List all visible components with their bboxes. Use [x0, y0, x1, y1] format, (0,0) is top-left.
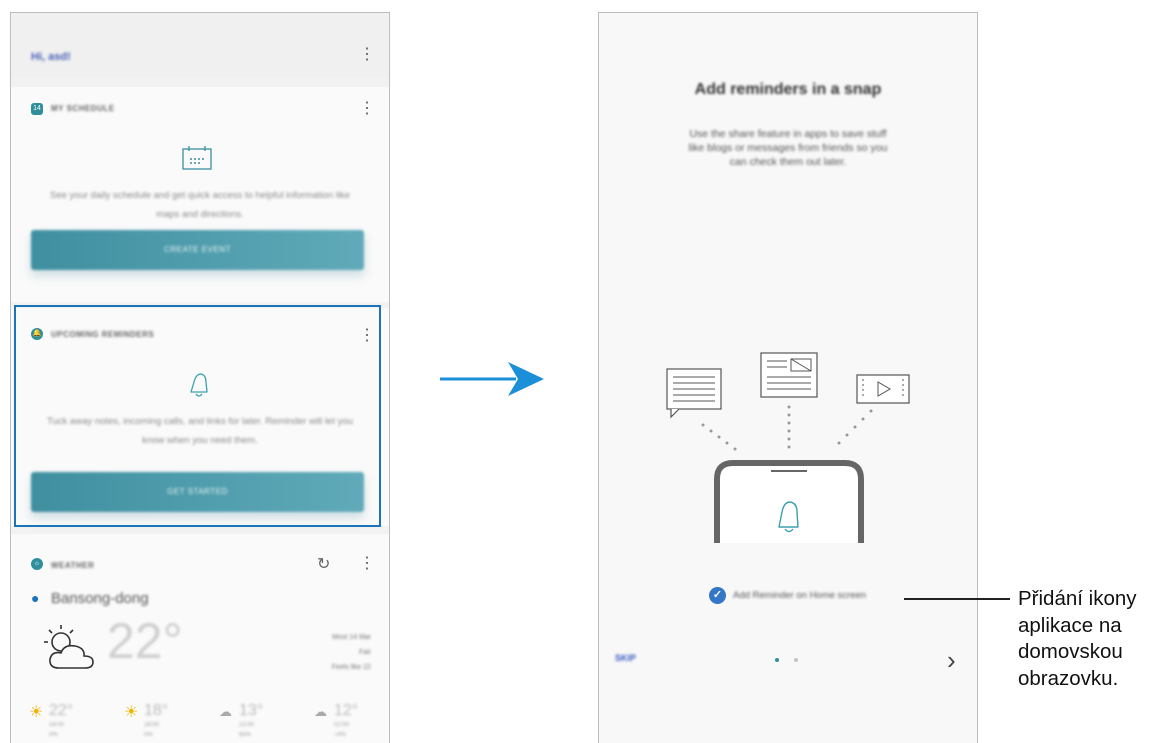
current-temperature: 22°: [107, 613, 183, 669]
greeting-text: Hi, asd!: [31, 51, 71, 63]
card-weather: ☼ WEATHER ↻ ⋮ ● Bansong-dong 22° Most 14…: [11, 534, 389, 743]
card-title: WEATHER: [51, 561, 95, 570]
callout-text: Přidání ikony aplikace na domovskou obra…: [1018, 586, 1168, 692]
card-title: MY SCHEDULE: [51, 104, 115, 113]
skip-button-label[interactable]: SKIP: [615, 653, 636, 663]
rain-cloud-icon: ☁: [314, 704, 327, 719]
article-doc-icon: [760, 352, 818, 398]
create-event-button[interactable]: CREATE EVENT: [31, 230, 364, 270]
onboarding-description: Use the share feature in apps to save st…: [688, 128, 888, 168]
share-illustration: [666, 352, 910, 543]
location-pin-icon: ●: [31, 590, 40, 606]
callout-line-2: aplikace na: [1018, 613, 1122, 637]
highlight-frame: [14, 305, 381, 527]
rain-cloud-icon: ☁: [219, 704, 232, 719]
callout-line-3: domovskou: [1018, 640, 1123, 663]
left-phone-screen: Hi, asd! ⋮ 14 MY SCHEDULE ⋮ See your dai…: [10, 12, 390, 743]
reminder-checkbox[interactable]: ✓: [709, 587, 726, 604]
sun-icon: ☀: [124, 704, 139, 721]
header-more-icon[interactable]: ⋮: [359, 47, 375, 63]
callout-line-4: obrazovku.: [1018, 666, 1119, 690]
message-doc-icon: [666, 368, 722, 419]
page-indicator-active: [775, 658, 779, 662]
weather-details: Most 14 Mar Fair Feels like 22: [331, 634, 371, 671]
callout-line-1: Přidání ikony: [1018, 587, 1137, 610]
calendar-small-icon: 14: [31, 103, 43, 115]
forecast-row: ☀ 22° 14:00 0% ☀ 18° 18:00 0% ☁ 13° 22:0…: [29, 702, 359, 738]
page-indicator: [794, 658, 798, 662]
partly-cloudy-icon: [44, 625, 94, 669]
card-my-schedule: 14 MY SCHEDULE ⋮ See your daily schedule…: [11, 87, 389, 302]
card-more-icon[interactable]: ⋮: [359, 556, 375, 572]
onboarding-title: Add reminders in a snap: [694, 81, 882, 98]
checkbox-label: Add Reminder on Home screen: [733, 590, 867, 601]
video-icon: [856, 374, 910, 404]
refresh-icon[interactable]: ↻: [317, 554, 330, 574]
home-header: [11, 13, 389, 78]
weather-small-icon: ☼: [31, 558, 43, 570]
card-description: See your daily schedule and get quick ac…: [50, 190, 350, 220]
callout-line: [904, 598, 1010, 600]
card-more-icon[interactable]: ⋮: [359, 101, 375, 117]
weather-location: Bansong-dong: [51, 590, 149, 607]
calendar-icon: [182, 146, 212, 170]
sun-icon: ☀: [29, 704, 44, 721]
transition-arrow-icon: [440, 362, 544, 396]
right-phone-screen: Add reminders in a snap Use the share fe…: [598, 12, 978, 743]
next-button[interactable]: ›: [947, 645, 956, 676]
